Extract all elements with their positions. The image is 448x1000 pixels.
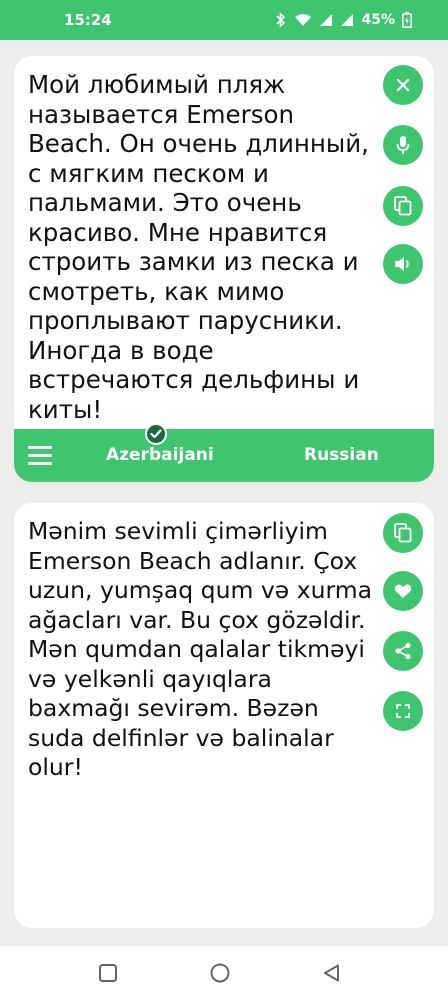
target-language-button[interactable]: Russian	[304, 445, 379, 465]
signal-icon-2	[341, 14, 354, 26]
home-icon	[210, 963, 230, 983]
share-icon	[395, 642, 411, 660]
recents-icon	[99, 964, 117, 982]
close-icon	[396, 78, 410, 92]
signal-icon	[320, 14, 333, 26]
speak-source-button[interactable]	[383, 244, 423, 284]
menu-icon[interactable]	[28, 446, 52, 465]
navigation-bar	[0, 946, 448, 1000]
wifi-icon	[295, 14, 312, 26]
fullscreen-icon	[396, 704, 410, 718]
back-button[interactable]	[320, 961, 344, 985]
language-bar: Azerbaijani Russian	[14, 429, 434, 482]
microphone-icon	[396, 136, 410, 154]
battery-icon	[402, 12, 412, 28]
check-icon	[145, 423, 167, 445]
clear-button[interactable]	[383, 65, 423, 105]
heart-icon	[394, 584, 412, 598]
translated-text: Mənim sevimli çimərliyim Emerson Beach a…	[28, 517, 373, 781]
share-button[interactable]	[383, 631, 423, 671]
bluetooth-icon	[276, 12, 286, 28]
home-button[interactable]	[208, 961, 232, 985]
voice-input-button[interactable]	[383, 125, 423, 165]
copy-icon	[394, 523, 412, 543]
favorite-button[interactable]	[383, 571, 423, 611]
target-panel: Mənim sevimli çimərliyim Emerson Beach a…	[14, 503, 434, 928]
copy-source-button[interactable]	[383, 186, 423, 226]
battery-percent: 45%	[361, 12, 395, 28]
recents-button[interactable]	[96, 961, 120, 985]
source-panel: Мой любимый пляж называется Emerson Beac…	[14, 56, 434, 482]
status-icons: 45%	[275, 12, 412, 28]
back-icon	[324, 964, 339, 982]
copy-icon	[394, 196, 412, 216]
status-bar: 15:24 45%	[0, 0, 448, 40]
source-language-button[interactable]: Azerbaijani	[106, 445, 214, 465]
source-text[interactable]: Мой любимый пляж называется Emerson Beac…	[28, 70, 378, 424]
fullscreen-button[interactable]	[383, 691, 423, 731]
copy-translation-button[interactable]	[383, 513, 423, 553]
status-time: 15:24	[64, 11, 112, 29]
speaker-icon	[395, 257, 409, 271]
